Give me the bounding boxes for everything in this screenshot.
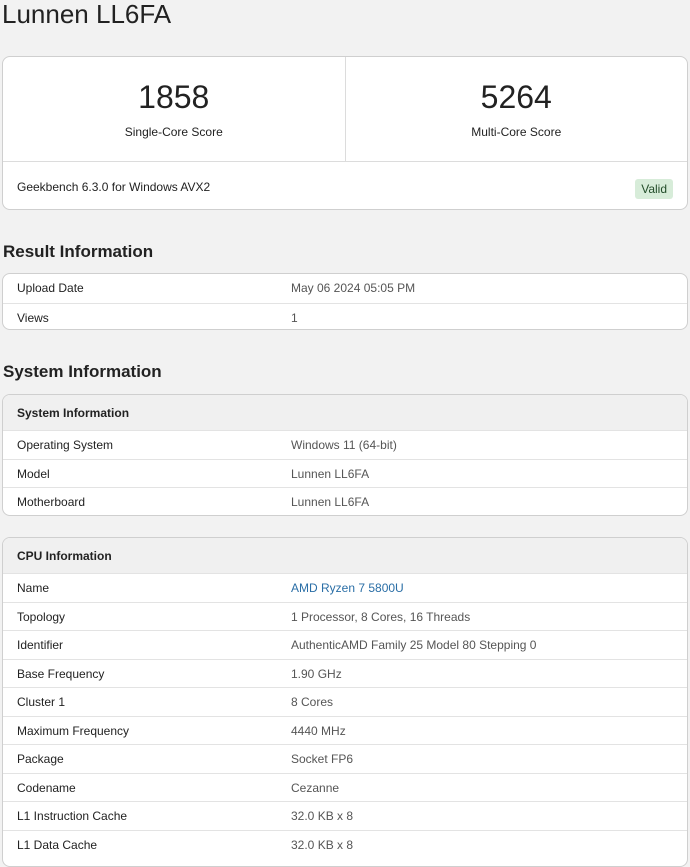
single-core-score-label: Single-Core Score [124,125,223,139]
score-card: 1858 Single-Core Score 5264 Multi-Core S… [2,56,688,210]
result-information-card: Upload Date May 06 2024 05:05 PM Views 1 [2,273,688,330]
table-row: Model Lunnen LL6FA [3,458,687,488]
status-badge: Valid [635,179,673,199]
table-row: Name AMD Ryzen 7 5800U [3,573,687,602]
result-information-heading: Result Information [3,242,154,261]
card-header: CPU Information [3,538,687,573]
page-title: Lunnen LL6FA [2,0,172,29]
card-header-label: System Information [17,406,130,420]
row-value: 32.0 KB x 8 [291,837,354,852]
table-row: Codename Cezanne [3,772,687,802]
row-value: AuthenticAMD Family 25 Model 80 Stepping… [291,638,537,652]
row-value: 4440 MHz [291,723,346,738]
card-header: System Information [3,395,687,430]
system-information-card: System Information Operating System Wind… [2,394,688,516]
row-key: Name [17,581,50,595]
single-core-score: 1858 Single-Core Score [3,57,345,161]
row-value: 1 [291,310,298,325]
table-row: L1 Data Cache 32.0 KB x 8 [3,829,687,859]
row-value: 1.90 GHz [291,666,342,681]
row-value: AMD Ryzen 7 5800U [291,581,404,595]
row-value: 8 Cores [291,695,334,709]
row-value: Lunnen LL6FA [291,495,370,509]
row-key: Topology [17,609,66,624]
row-key: Model [17,466,50,481]
card-header-label: CPU Information [17,549,112,563]
scores-row: 1858 Single-Core Score 5264 Multi-Core S… [3,57,687,162]
table-row: Base Frequency 1.90 GHz [3,658,687,688]
row-key: Upload Date [17,281,84,295]
single-core-score-value: 1858 [138,79,210,115]
table-row: Operating System Windows 11 (64-bit) [3,430,687,459]
table-row: Identifier AuthenticAMD Family 25 Model … [3,630,687,659]
row-value: Socket FP6 [291,752,354,766]
system-information-heading: System Information [3,362,162,381]
row-value: 1 Processor, 8 Cores, 16 Threads [291,609,471,624]
table-row: L1 Instruction Cache 32.0 KB x 8 [3,801,687,830]
table-row: Motherboard Lunnen LL6FA [3,487,687,515]
cpu-name-link[interactable]: AMD Ryzen 7 5800U [291,581,404,595]
row-key: Operating System [17,438,114,452]
row-key: Base Frequency [17,666,105,681]
row-key: Codename [17,780,76,795]
row-key: L1 Instruction Cache [17,809,128,823]
table-row: Upload Date May 06 2024 05:05 PM [3,274,687,303]
row-key: Views [17,310,49,325]
table-row: Maximum Frequency 4440 MHz [3,715,687,745]
row-value: Windows 11 (64-bit) [291,438,397,452]
row-value: Cezanne [291,780,340,795]
cpu-information-card: CPU Information Name AMD Ryzen 7 5800U T… [2,537,688,867]
row-key: Maximum Frequency [17,723,130,738]
table-row: Package Socket FP6 [3,744,687,773]
multi-core-score-value: 5264 [480,79,552,115]
row-value: Lunnen LL6FA [291,466,370,481]
row-key: Package [17,752,64,766]
score-footer: Geekbench 6.3.0 for Windows AVX2 Valid [3,162,687,209]
multi-core-score-label: Multi-Core Score [471,125,562,139]
benchmark-version: Geekbench 6.3.0 for Windows AVX2 [17,180,211,194]
multi-core-score: 5264 Multi-Core Score [344,57,688,161]
row-key: Cluster 1 [17,695,66,709]
table-row: Views 1 [3,302,687,330]
row-value: May 06 2024 05:05 PM [291,281,416,295]
row-key: L1 Data Cache [17,837,98,852]
row-key: Identifier [17,638,64,652]
row-key: Motherboard [17,495,86,509]
table-row: Cluster 1 8 Cores [3,687,687,716]
table-row: Topology 1 Processor, 8 Cores, 16 Thread… [3,601,687,631]
row-value: 32.0 KB x 8 [291,809,354,823]
